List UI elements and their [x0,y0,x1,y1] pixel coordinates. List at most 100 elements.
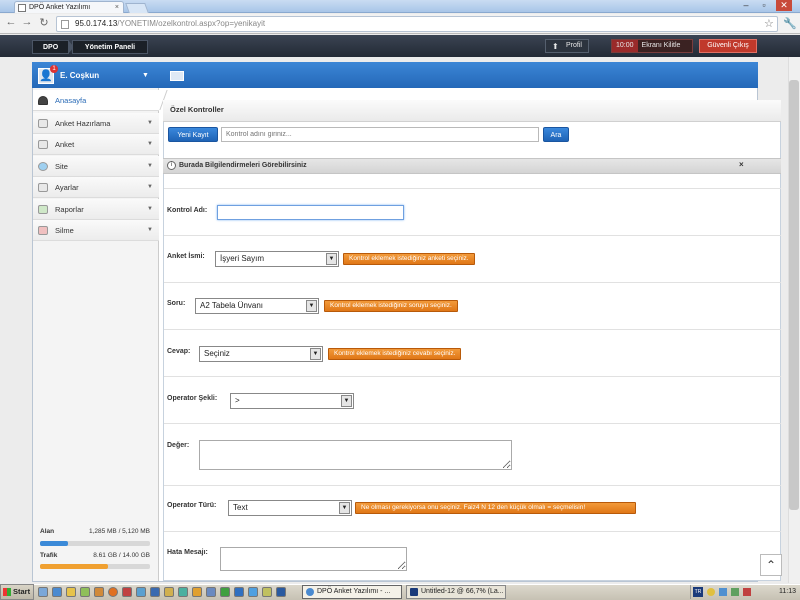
report-icon [38,205,48,214]
reload-icon[interactable]: ↻ [37,16,51,29]
quicklaunch-icon[interactable] [234,587,244,597]
maximize-button[interactable]: ▫ [756,0,772,11]
operator-turu-select[interactable]: Text ▼ [228,500,352,516]
page-icon [18,4,26,12]
info-icon: i [167,161,176,170]
quicklaunch-icon[interactable] [220,587,230,597]
quicklaunch-icon[interactable] [178,587,188,597]
sidebar-item-silme[interactable]: Silme ▼ [33,220,159,241]
new-tab-button[interactable] [125,3,149,13]
chevron-down-icon[interactable]: ▼ [142,72,149,79]
info-bar: Burada Bilgilendirmeleri Görebilirsiniz [163,158,781,174]
start-button[interactable]: Start [0,584,34,600]
start-label: Start [13,587,31,596]
delete-icon [38,226,48,235]
lock-screen-button[interactable]: 10:00 Ekranı Kilitle [611,39,693,53]
quicklaunch-icon[interactable] [164,587,174,597]
sidebar-item-label: Anasayfa [55,96,87,105]
trafik-label: Trafik [40,552,58,559]
quicklaunch-icon[interactable] [192,587,202,597]
kontrol-adi-input[interactable] [217,205,404,220]
quicklaunch-icon[interactable] [80,587,90,597]
quicklaunch-icon[interactable] [94,587,104,597]
quicklaunch-icon[interactable] [262,587,272,597]
sidebar-item-anket[interactable]: Anket ▼ [33,134,159,155]
back-icon[interactable]: ← [4,16,18,28]
sidebar-item-site[interactable]: Site ▼ [33,156,159,177]
quicklaunch-icon[interactable] [276,587,286,597]
quicklaunch-icon[interactable] [52,587,62,597]
hata-mesaji-textarea[interactable] [220,547,407,571]
sidebar-item-anket-hazirlama[interactable]: Anket Hazırlama ▼ [33,113,159,134]
system-tray: TR 11:13 [690,585,800,599]
chevron-down-icon: ▼ [147,206,153,212]
browser-tab[interactable]: DPÖ Anket Yazılımı × [14,1,124,13]
sidebar-item-label: Site [55,162,68,171]
scrollbar-thumb[interactable] [789,80,799,510]
bookmark-star-icon[interactable]: ☆ [764,17,774,30]
operator-sekli-select[interactable]: > ▼ [230,393,354,409]
user-name[interactable]: E. Coşkun [38,67,156,85]
lock-label: Ekranı Kilitle [641,42,681,49]
anket-ismi-value: İşyeri Sayım [220,254,265,263]
close-window-button[interactable]: ✕ [776,0,792,11]
hata-mesaji-label: Hata Mesajı: [167,549,208,556]
chevron-down-icon: ▼ [147,163,153,169]
dropdown-arrow-icon: ▼ [306,300,317,312]
new-record-button[interactable]: Yeni Kayıt [168,127,218,142]
chevron-down-icon: ▼ [147,141,153,147]
forward-icon[interactable]: → [20,16,34,28]
tray-icon[interactable] [719,588,727,596]
address-bar[interactable]: 95.0.174.13/YONETIM/ozelkontrol.aspx?op=… [56,16,778,32]
breadcrumb-dpo[interactable]: DPO [32,40,70,54]
anket-ismi-select[interactable]: İşyeri Sayım ▼ [215,251,339,267]
quicklaunch-icon[interactable] [122,587,132,597]
page-icon [61,20,69,29]
profile-button[interactable]: ⬆ Profil [545,39,589,53]
search-button[interactable]: Ara [543,127,569,142]
taskbar-item-photoshop[interactable]: Untitled-12 @ 66,7% (La... [406,585,506,599]
alan-progress [40,541,150,546]
search-input[interactable] [221,127,539,142]
trafik-progress [40,564,150,569]
tray-icon[interactable] [731,588,739,596]
scroll-to-top-button[interactable]: ⌃ [760,554,782,576]
minimize-button[interactable]: – [738,0,754,11]
sidebar-item-label: Anket Hazırlama [55,119,111,128]
soru-select[interactable]: A2 Tabela Ünvanı ▼ [195,298,319,314]
soru-hint: Kontrol eklemek istediğiniz soruyu seçin… [324,300,458,312]
quicklaunch-icon[interactable] [136,587,146,597]
breadcrumb-yonetim-paneli[interactable]: Yönetim Paneli [72,40,148,54]
dropdown-arrow-icon: ▼ [341,395,352,407]
language-indicator[interactable]: TR [693,587,703,597]
sidebar-item-anasayfa[interactable]: Anasayfa [33,90,159,111]
sidebar-item-raporlar[interactable]: Raporlar ▼ [33,199,159,220]
quicklaunch-icon[interactable] [150,587,160,597]
logout-button[interactable]: Güvenli Çıkış [699,39,757,53]
deger-textarea[interactable] [199,440,512,470]
sidebar-item-label: Ayarlar [55,183,79,192]
quicklaunch-icon[interactable] [206,587,216,597]
cevap-select[interactable]: Seçiniz ▼ [199,346,323,362]
folder-icon[interactable] [170,71,184,81]
usage-stats: Alan 1,285 MB / 5,120 MB Trafik 8.61 GB … [40,528,150,573]
operator-turu-value: Text [233,503,248,512]
keyboard-icon [38,140,48,149]
firefox-icon[interactable] [108,587,118,597]
close-icon[interactable]: × [739,160,744,169]
tray-icon[interactable] [707,588,715,596]
operator-sekli-value: > [235,396,240,405]
photoshop-icon [410,588,418,596]
quicklaunch-icon[interactable] [248,587,258,597]
tab-close-icon[interactable]: × [115,2,119,13]
user-icon: ⬆ [552,42,559,51]
taskbar-item-browser[interactable]: DPÖ Anket Yazılımı - ... [302,585,402,599]
tray-icon[interactable] [743,588,751,596]
quicklaunch-icon[interactable] [66,587,76,597]
quicklaunch-icon[interactable] [38,587,48,597]
cevap-label: Cevap: [167,348,191,355]
profile-label: Profil [566,42,582,49]
wrench-icon[interactable]: 🔧 [783,17,797,30]
sidebar-item-ayarlar[interactable]: Ayarlar ▼ [33,177,159,198]
dropdown-arrow-icon: ▼ [339,502,350,514]
